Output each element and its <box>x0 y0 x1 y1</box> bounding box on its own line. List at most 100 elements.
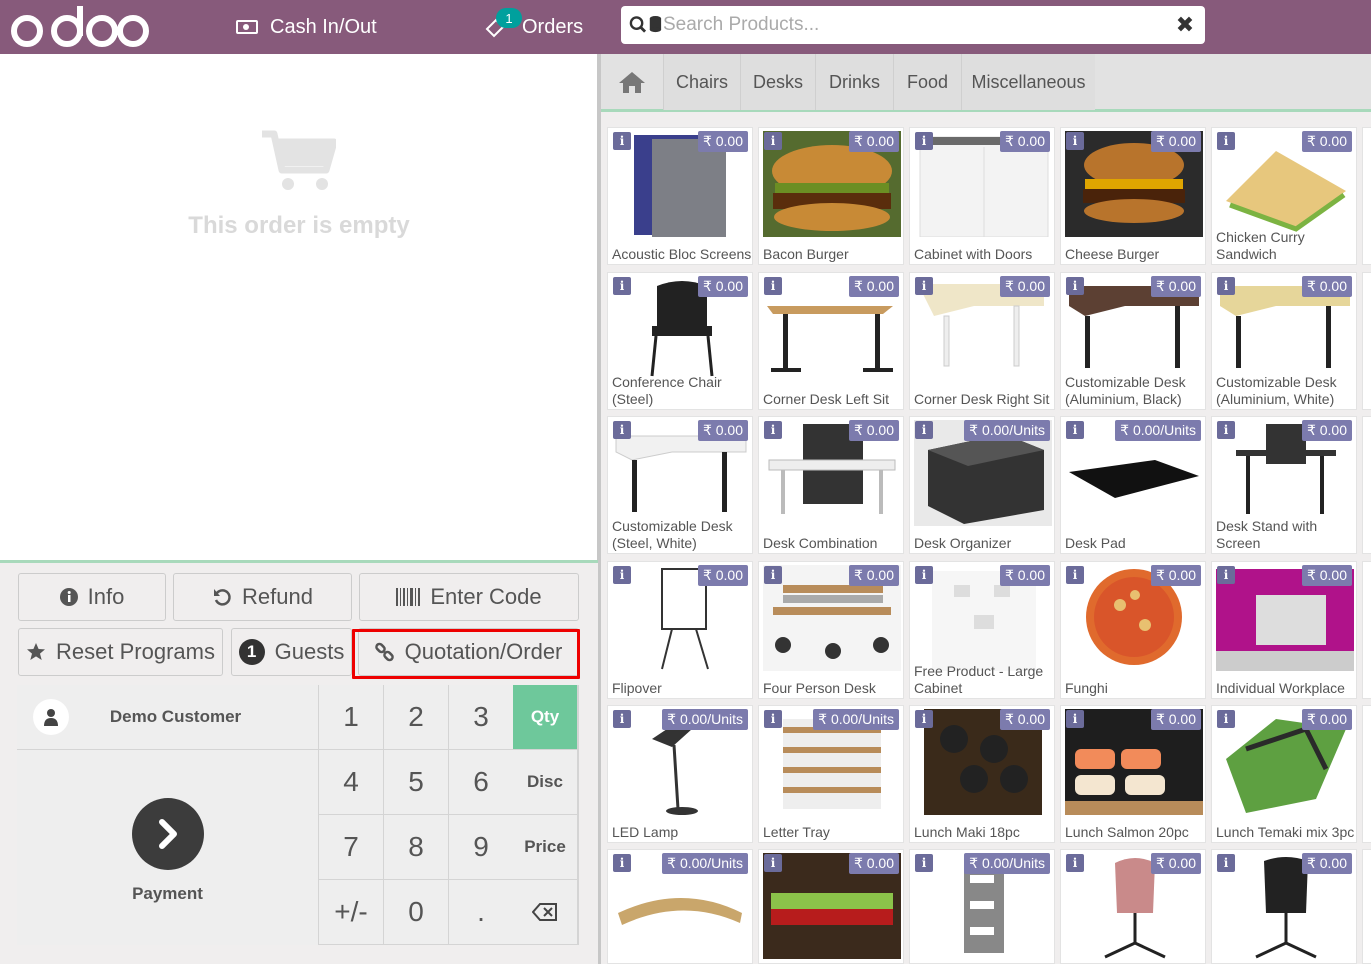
product-card[interactable]: i ₹ 0.00 Free Product - Large Cabinet <box>909 561 1055 699</box>
product-info-icon[interactable]: i <box>1066 710 1084 728</box>
product-card[interactable]: i ₹ 0.00 Four Person Desk <box>758 561 904 699</box>
product-info-icon[interactable]: i <box>764 277 782 295</box>
search-input[interactable] <box>663 10 1165 40</box>
product-info-icon[interactable]: i <box>613 710 631 728</box>
product-info-icon[interactable]: i <box>915 277 933 295</box>
product-card[interactable]: i ₹ 0.00 Bacon Burger <box>758 127 904 265</box>
product-info-icon[interactable]: i <box>613 132 631 150</box>
product-card[interactable]: i ₹ 0.00 Individual Workplace <box>1211 561 1357 699</box>
product-info-icon[interactable]: i <box>1217 854 1235 872</box>
category-drinks[interactable]: Drinks <box>815 54 893 110</box>
mode-qty-button[interactable]: Qty <box>513 685 578 750</box>
product-info-icon[interactable]: i <box>764 132 782 150</box>
product-info-icon[interactable]: i <box>915 710 933 728</box>
product-info-icon[interactable]: i <box>613 854 631 872</box>
product-card[interactable]: i ₹ 0.00 Acoustic Bloc Screens <box>607 127 753 265</box>
product-card[interactable]: i ₹ 0.00 Customizable Desk (Steel, White) <box>607 416 753 554</box>
product-info-icon[interactable]: i <box>613 421 631 439</box>
category-chairs[interactable]: Chairs <box>663 54 740 110</box>
product-info-icon[interactable]: i <box>1066 277 1084 295</box>
product-info-icon[interactable]: i <box>764 566 782 584</box>
product-info-icon[interactable]: i <box>915 854 933 872</box>
product-card[interactable]: i ₹ 0.00/Units Desk Organizer <box>909 416 1055 554</box>
numpad-key-1[interactable]: 1 <box>319 685 384 750</box>
product-card[interactable]: i ₹ 0.00 Desk Stand with Screen <box>1211 416 1357 554</box>
product-info-icon[interactable]: i <box>1217 566 1235 584</box>
product-info-icon[interactable]: i <box>1066 854 1084 872</box>
product-card[interactable]: i ₹ 0.00 Corner Desk Left Sit <box>758 272 904 410</box>
product-info-icon[interactable]: i <box>1066 566 1084 584</box>
product-card[interactable]: i ₹ 0.00/Units LED Lamp <box>607 705 753 843</box>
product-card[interactable]: i ₹ 0.00 Cheese Burger <box>1060 127 1206 265</box>
product-info-icon[interactable]: i <box>1217 132 1235 150</box>
product-card[interactable]: i ₹ 0.00 Corner Desk Right Sit <box>909 272 1055 410</box>
product-card-partial[interactable] <box>1362 561 1371 699</box>
product-info-icon[interactable]: i <box>613 566 631 584</box>
product-info-icon[interactable]: i <box>915 132 933 150</box>
product-card[interactable]: i ₹ 0.00/Units Letter Tray <box>758 705 904 843</box>
product-info-icon[interactable]: i <box>915 421 933 439</box>
product-card[interactable]: i ₹ 0.00 <box>758 849 904 964</box>
numpad-key-5[interactable]: 5 <box>384 750 449 815</box>
product-card[interactable]: i ₹ 0.00 Lunch Temaki mix 3pc <box>1211 705 1357 843</box>
product-card[interactable]: i ₹ 0.00 Cabinet with Doors <box>909 127 1055 265</box>
product-card-partial[interactable] <box>1362 705 1371 843</box>
product-info-icon[interactable]: i <box>764 710 782 728</box>
product-info-icon[interactable]: i <box>1217 277 1235 295</box>
mode-price-button[interactable]: Price <box>513 815 578 880</box>
numpad-key-plus-minus[interactable]: +/- <box>319 880 384 945</box>
product-card-partial[interactable] <box>1362 127 1371 265</box>
numpad-key-3[interactable]: 3 <box>449 685 514 750</box>
cash-in-out-button[interactable]: Cash In/Out <box>236 0 377 54</box>
product-info-icon[interactable]: i <box>1217 421 1235 439</box>
home-category-button[interactable] <box>601 54 663 110</box>
product-card[interactable]: i ₹ 0.00 Desk Combination <box>758 416 904 554</box>
product-card[interactable]: i ₹ 0.00 Funghi <box>1060 561 1206 699</box>
category-food[interactable]: Food <box>893 54 961 110</box>
guests-button[interactable]: 1 Guests <box>231 628 352 676</box>
product-card[interactable]: i ₹ 0.00 <box>1060 849 1206 964</box>
refund-button[interactable]: Refund <box>173 573 352 621</box>
numpad-key-9[interactable]: 9 <box>449 815 514 880</box>
product-card-partial[interactable] <box>1362 849 1371 964</box>
product-info-icon[interactable]: i <box>764 421 782 439</box>
numpad-key-8[interactable]: 8 <box>384 815 449 880</box>
product-info-icon[interactable]: i <box>764 854 782 872</box>
orders-button[interactable]: Orders <box>484 0 583 54</box>
product-card[interactable]: i ₹ 0.00/Units Desk Pad <box>1060 416 1206 554</box>
product-card[interactable]: i ₹ 0.00 <box>1211 849 1357 964</box>
numpad-key-4[interactable]: 4 <box>319 750 384 815</box>
product-card[interactable]: i ₹ 0.00 Chicken Curry Sandwich <box>1211 127 1357 265</box>
clear-search-icon[interactable]: ✖ <box>1165 12 1205 38</box>
product-card[interactable]: i ₹ 0.00/Units <box>909 849 1055 964</box>
mode-disc-button[interactable]: Disc <box>513 750 578 815</box>
customer-button[interactable]: Demo Customer <box>17 685 319 750</box>
numpad-key-6[interactable]: 6 <box>449 750 514 815</box>
numpad-key-7[interactable]: 7 <box>319 815 384 880</box>
product-info-icon[interactable]: i <box>1217 710 1235 728</box>
product-info-icon[interactable]: i <box>1066 421 1084 439</box>
category-desks[interactable]: Desks <box>740 54 815 110</box>
info-button[interactable]: Info <box>18 573 166 621</box>
product-card[interactable]: i ₹ 0.00 Conference Chair (Steel) <box>607 272 753 410</box>
payment-button[interactable]: Payment <box>17 750 319 945</box>
odoo-logo[interactable] <box>10 4 150 50</box>
product-card[interactable]: i ₹ 0.00 Flipover <box>607 561 753 699</box>
product-info-icon[interactable]: i <box>1066 132 1084 150</box>
quotation-order-button[interactable]: Quotation/Order <box>358 628 579 676</box>
numpad-key-dot[interactable]: . <box>449 880 514 945</box>
enter-code-button[interactable]: Enter Code <box>359 573 579 621</box>
category-miscellaneous[interactable]: Miscellaneous <box>961 54 1095 110</box>
reset-programs-button[interactable]: Reset Programs <box>18 628 223 676</box>
product-card[interactable]: i ₹ 0.00 Lunch Maki 18pc <box>909 705 1055 843</box>
product-info-icon[interactable]: i <box>915 566 933 584</box>
numpad-key-0[interactable]: 0 <box>384 880 449 945</box>
numpad-key-2[interactable]: 2 <box>384 685 449 750</box>
product-card-partial[interactable] <box>1362 272 1371 410</box>
product-card[interactable]: i ₹ 0.00/Units <box>607 849 753 964</box>
product-card[interactable]: i ₹ 0.00 Customizable Desk (Aluminium, Bla… <box>1060 272 1206 410</box>
backspace-button[interactable] <box>513 880 578 945</box>
product-card[interactable]: i ₹ 0.00 Lunch Salmon 20pc <box>1060 705 1206 843</box>
product-card[interactable]: i ₹ 0.00 Customizable Desk (Aluminium, Whi… <box>1211 272 1357 410</box>
product-card-partial[interactable] <box>1362 416 1371 554</box>
